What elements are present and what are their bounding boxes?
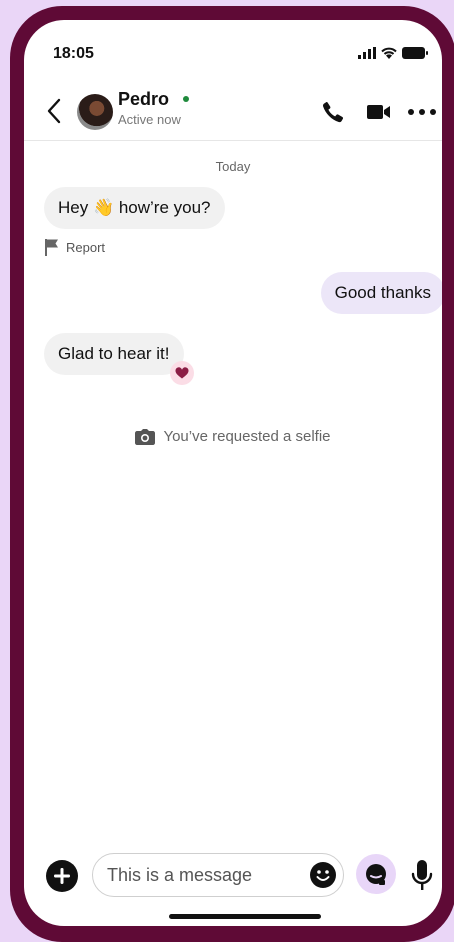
- back-button[interactable]: [44, 96, 64, 126]
- emoji-button[interactable]: [310, 862, 336, 888]
- selfie-notice-text: You’ve requested a selfie: [163, 428, 331, 445]
- camera-icon: [135, 428, 156, 445]
- selfie-icon: [366, 864, 386, 885]
- phone-frame: 18:05 Pedro Active now Today Hey 👋 how’r…: [10, 6, 454, 942]
- battery-icon: [402, 47, 428, 59]
- plus-icon: [54, 868, 70, 884]
- wifi-icon: [381, 47, 397, 59]
- chat-header: Pedro Active now: [24, 80, 442, 141]
- message-composer: [24, 852, 442, 900]
- call-button[interactable]: [320, 100, 346, 124]
- status-bar: 18:05: [24, 20, 442, 70]
- signal-icon: [358, 47, 376, 59]
- more-horizontal-icon: [408, 109, 436, 115]
- status-time: 18:05: [53, 45, 94, 62]
- heart-icon: [175, 367, 189, 379]
- more-options-button[interactable]: [408, 100, 436, 124]
- message-bubble-incoming[interactable]: Glad to hear it!: [44, 333, 184, 375]
- contact-status: Active now: [118, 112, 181, 127]
- video-camera-icon: [367, 105, 390, 119]
- add-attachment-button[interactable]: [46, 860, 78, 892]
- chevron-left-icon: [47, 98, 61, 124]
- chat-screen: 18:05 Pedro Active now Today Hey 👋 how’r…: [24, 20, 442, 926]
- phone-icon: [323, 102, 344, 123]
- day-separator: Today: [215, 159, 251, 174]
- avatar[interactable]: [77, 94, 113, 130]
- report-link[interactable]: Report: [44, 238, 105, 256]
- flag-icon: [45, 239, 58, 256]
- selfie-request-notice: You’ve requested a selfie: [24, 428, 442, 445]
- voice-message-button[interactable]: [409, 858, 435, 894]
- message-input[interactable]: [92, 853, 344, 897]
- status-icons: [358, 47, 428, 59]
- message-bubble-outgoing[interactable]: Good thanks: [320, 272, 442, 314]
- message-bubble-incoming[interactable]: Hey 👋 how’re you?: [44, 187, 225, 229]
- online-indicator: [183, 96, 189, 102]
- contact-name[interactable]: Pedro: [118, 89, 169, 110]
- home-indicator[interactable]: [169, 914, 321, 919]
- microphone-icon: [411, 860, 433, 890]
- smiley-icon: [316, 870, 330, 881]
- selfie-button[interactable]: [356, 854, 396, 894]
- video-call-button[interactable]: [366, 100, 392, 124]
- message-reaction[interactable]: [170, 361, 194, 385]
- report-label: Report: [66, 239, 106, 255]
